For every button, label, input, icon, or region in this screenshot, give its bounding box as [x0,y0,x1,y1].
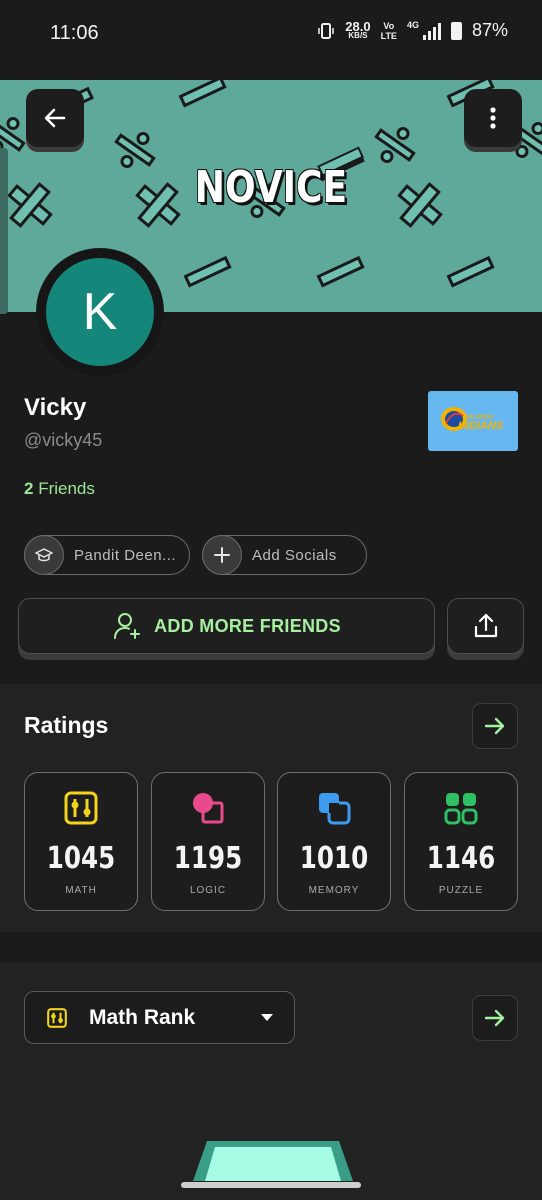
volte-indicator: Vo LTE [381,21,397,41]
arrow-right-icon [484,1009,505,1027]
rating-label: LOGIC [189,885,227,896]
friends-count-link[interactable]: 2 Friends [24,479,95,499]
add-user-icon [114,613,141,639]
home-indicator[interactable] [181,1182,361,1188]
logic-icon [193,793,224,824]
speed-unit: KB/S [348,30,368,40]
rank-arrow-button[interactable] [472,995,518,1041]
rating-card-memory[interactable]: 1010 MEMORY [277,772,391,911]
rating-value: 1045 [46,841,116,876]
arrow-left-icon [44,108,66,128]
battery-icon [450,21,462,40]
battery-percent: 87% [471,20,508,40]
vibrate-icon [318,22,335,39]
plus-icon [202,535,242,575]
math-icon [47,1007,67,1028]
status-time: 11:06 [50,22,99,44]
ratings-title: Ratings [24,712,109,738]
network-speed: 28.0 KB/S [345,18,371,40]
add-socials-label: Add Socials [252,546,337,564]
school-chip[interactable]: Pandit Deen... [24,535,190,575]
graduation-cap-icon [24,535,64,575]
team-logo-line2: INDIANS [458,420,504,432]
add-socials-chip[interactable]: Add Socials [202,535,367,575]
level-title: NOVICE [194,162,348,213]
more-vertical-icon [490,107,496,129]
rating-card-logic[interactable]: 1195 LOGIC [151,772,265,911]
share-profile-button[interactable] [447,598,524,654]
school-name: Pandit Deen... [74,546,177,564]
rating-label: MEMORY [308,885,360,896]
volte-top: Vo [383,20,395,31]
friends-count: 2 [24,479,34,498]
volte-bottom: LTE [380,30,397,41]
more-options-button[interactable] [464,89,522,147]
status-icons: 28.0 KB/S Vo LTE 4G 87% [317,20,508,41]
arrow-right-icon [484,717,505,735]
rating-card-math[interactable]: 1045 MATH [24,772,138,911]
rating-value: 1195 [173,841,243,876]
rating-card-puzzle[interactable]: 1146 PUZZLE [404,772,518,911]
network-type: 4G [406,20,419,30]
avatar[interactable]: K [46,258,154,366]
ratings-section: Ratings 1045 MATH 1195 LOGIC 1010 MEMORY [0,684,542,932]
rating-value: 1146 [426,841,496,876]
team-badge-icon: MUMBAI INDIANS [441,407,504,432]
profile-name: Vicky [24,394,87,421]
rating-label: PUZZLE [438,885,484,896]
caret-down-icon [261,1014,273,1021]
ratings-arrow-button[interactable] [472,703,518,749]
rating-label: MATH [65,885,97,896]
status-bar: 11:06 28.0 KB/S Vo LTE 4G 87% [0,0,542,68]
share-icon [474,613,497,638]
back-button[interactable] [26,89,84,147]
rating-value: 1010 [299,841,369,876]
speed-value: 28.0 [345,18,371,34]
puzzle-icon [444,793,478,825]
rank-selected-label: Math Rank [89,1005,196,1029]
profile-handle: @vicky45 [24,430,103,450]
memory-icon [319,793,351,825]
add-more-friends-label: ADD MORE FRIENDS [154,615,341,636]
rank-type-dropdown[interactable]: Math Rank [24,991,295,1044]
edge-panel-handle[interactable] [0,148,8,314]
add-more-friends-button[interactable]: ADD MORE FRIENDS [18,598,435,654]
friends-label: Friends [38,479,95,498]
team-logo[interactable]: MUMBAI INDIANS [428,391,518,451]
signal-icon [422,22,441,40]
math-icon [64,791,98,825]
